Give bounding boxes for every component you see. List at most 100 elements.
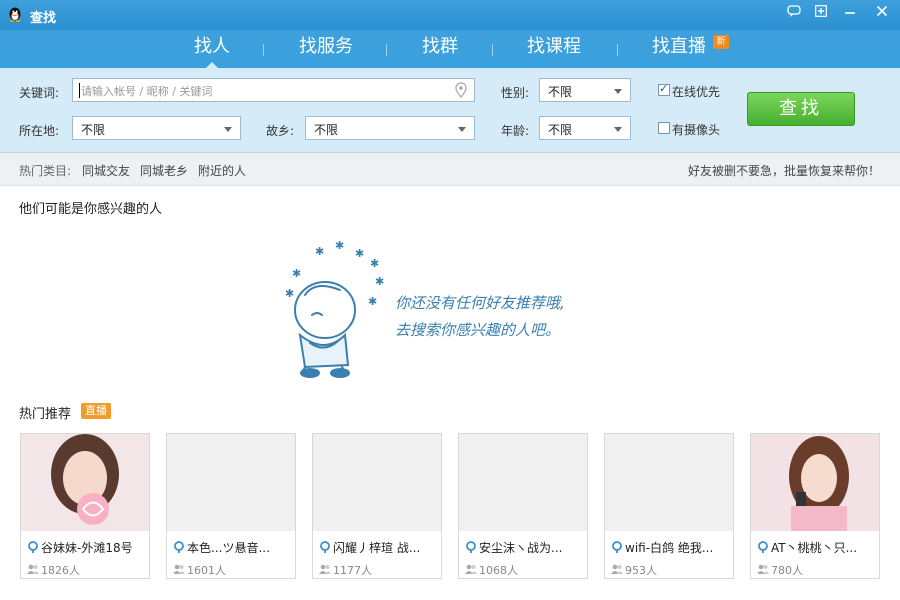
live-card[interactable]: 闪耀丿梓瑄 战... 1177人 xyxy=(312,433,442,579)
gender-label: 性别: xyxy=(501,86,530,100)
live-card-count: 780人 xyxy=(757,562,803,578)
location-pin-icon xyxy=(612,541,622,553)
online-first-label[interactable]: 在线优先 xyxy=(672,83,720,100)
svg-text:✱: ✱ xyxy=(368,295,377,308)
search-button[interactable]: 查找 xyxy=(747,92,855,126)
people-icon xyxy=(173,564,185,574)
empty-state-line2: 去搜索你感兴趣的人吧。 xyxy=(395,321,560,339)
live-card-name: 闪耀丿梓瑄 战... xyxy=(319,539,439,556)
keyword-input[interactable]: 请输入帐号 / 昵称 / 关键词 xyxy=(72,78,475,102)
tab-bar: 找人 找服务 找群 找课程 找直播 xyxy=(0,30,900,69)
qq-penguin-icon xyxy=(9,7,21,22)
live-card-thumbnail xyxy=(21,434,149,531)
location-pin-icon xyxy=(174,541,184,553)
location-value: 不限 xyxy=(81,123,106,137)
live-badge: 直播 xyxy=(81,403,111,419)
tab-separator xyxy=(492,44,493,56)
people-icon xyxy=(757,564,769,574)
online-first-checkbox[interactable] xyxy=(658,82,670,96)
svg-text:✱: ✱ xyxy=(292,267,301,280)
svg-text:✱: ✱ xyxy=(355,247,364,260)
has-camera-checkbox[interactable] xyxy=(658,122,670,134)
new-badge: 新 xyxy=(713,35,729,49)
worry-glyph: ✱ xyxy=(315,245,324,258)
location-pin-icon xyxy=(466,541,476,553)
live-card[interactable]: 安尘沫ヽ战为... 1068人 xyxy=(458,433,588,579)
tab-find-people[interactable]: 找人 xyxy=(188,34,236,69)
people-icon xyxy=(319,564,331,574)
recommend-title: 他们可能是你感兴趣的人 xyxy=(19,202,163,217)
tab-find-services[interactable]: 找服务 xyxy=(295,34,357,62)
location-select[interactable]: 不限 xyxy=(72,116,241,140)
people-icon xyxy=(611,564,623,574)
location-pin-icon xyxy=(28,541,38,553)
svg-text:✱: ✱ xyxy=(370,257,379,270)
live-card-thumbnail xyxy=(751,434,879,531)
live-card-name: 谷妹妹-外滩18号 xyxy=(27,539,147,556)
empty-state-illustration: ✱ ✱ ✱ ✱ ✱ ✱ ✱ ✱ 你还没有任何好友推荐哦, 去搜索你感兴趣的人吧。 xyxy=(285,239,565,378)
tab-separator xyxy=(386,44,387,56)
hot-category-same-hometown[interactable]: 同城老乡 xyxy=(140,162,188,179)
live-card-thumbnail xyxy=(459,434,587,531)
svg-text:✱: ✱ xyxy=(335,239,344,252)
svg-text:✱: ✱ xyxy=(375,275,384,288)
live-card-count: 1068人 xyxy=(465,562,518,578)
chevron-down-icon xyxy=(614,89,622,94)
live-card[interactable]: 谷妹妹-外滩18号 1826人 xyxy=(20,433,150,579)
gender-select[interactable]: 不限 xyxy=(539,78,631,102)
hot-categories-label: 热门类目: xyxy=(19,164,72,178)
location-pin-icon xyxy=(320,541,330,553)
age-label: 年龄: xyxy=(501,124,530,138)
tab-find-courses[interactable]: 找课程 xyxy=(522,34,586,62)
hometown-label: 故乡: xyxy=(266,124,295,138)
has-camera-label[interactable]: 有摄像头 xyxy=(672,121,720,138)
hometown-select[interactable]: 不限 xyxy=(305,116,475,140)
location-pin-icon xyxy=(758,541,768,553)
hot-categories-bar: 热门类目: 同城交友 同城老乡 附近的人 好友被删不要急，批量恢复来帮你！ xyxy=(0,153,900,186)
window-title: 查找 xyxy=(30,11,57,26)
hometown-value: 不限 xyxy=(314,123,339,137)
hot-category-nearby-people[interactable]: 附近的人 xyxy=(198,162,246,179)
hot-category-same-city-dating[interactable]: 同城交友 xyxy=(82,162,130,179)
title-bar: 查找 xyxy=(0,0,900,30)
chevron-down-icon xyxy=(614,127,622,132)
plus-box-icon xyxy=(815,5,827,17)
close-icon xyxy=(876,5,888,17)
feedback-button[interactable] xyxy=(784,4,804,20)
location-pin-icon[interactable] xyxy=(455,82,467,98)
chevron-down-icon xyxy=(458,127,466,132)
minimize-button[interactable] xyxy=(840,4,860,20)
keyword-label: 关键词: xyxy=(19,86,60,100)
tab-find-live[interactable]: 找直播 xyxy=(647,34,711,62)
add-window-button[interactable] xyxy=(811,4,831,20)
people-icon xyxy=(465,564,477,574)
hot-recommend-title: 热门推荐 xyxy=(19,407,72,422)
chevron-down-icon xyxy=(224,127,232,132)
live-card-name: wifi-白鸽 绝我... xyxy=(611,539,731,556)
live-card-thumbnail xyxy=(313,434,441,531)
location-label: 所在地: xyxy=(19,124,60,138)
tab-separator xyxy=(617,44,618,56)
gender-value: 不限 xyxy=(548,85,573,99)
live-card-name: AT丶桃桃丶只... xyxy=(757,539,877,556)
tab-find-groups[interactable]: 找群 xyxy=(416,34,464,62)
tab-separator xyxy=(263,44,264,56)
chat-bubble-icon xyxy=(787,5,801,17)
live-card-name: 安尘沫ヽ战为... xyxy=(465,539,585,556)
live-card-count: 1601人 xyxy=(173,562,226,578)
text-cursor xyxy=(79,83,80,98)
live-card-count: 953人 xyxy=(611,562,657,578)
live-card[interactable]: 本色...ツ悬音... 1601人 xyxy=(166,433,296,579)
live-card[interactable]: wifi-白鸽 绝我... 953人 xyxy=(604,433,734,579)
recover-friends-link[interactable]: 好友被删不要急，批量恢复来帮你！ xyxy=(688,162,880,179)
live-card-thumbnail xyxy=(167,434,295,531)
close-button[interactable] xyxy=(872,4,892,20)
people-icon xyxy=(27,564,39,574)
minimize-icon xyxy=(845,12,855,14)
keyword-placeholder: 请输入帐号 / 昵称 / 关键词 xyxy=(81,85,213,98)
age-select[interactable]: 不限 xyxy=(539,116,631,140)
live-card-thumbnail xyxy=(605,434,733,531)
empty-state-line1: 你还没有任何好友推荐哦, xyxy=(395,294,565,312)
live-card-count: 1177人 xyxy=(319,562,372,578)
live-card[interactable]: AT丶桃桃丶只... 780人 xyxy=(750,433,880,579)
